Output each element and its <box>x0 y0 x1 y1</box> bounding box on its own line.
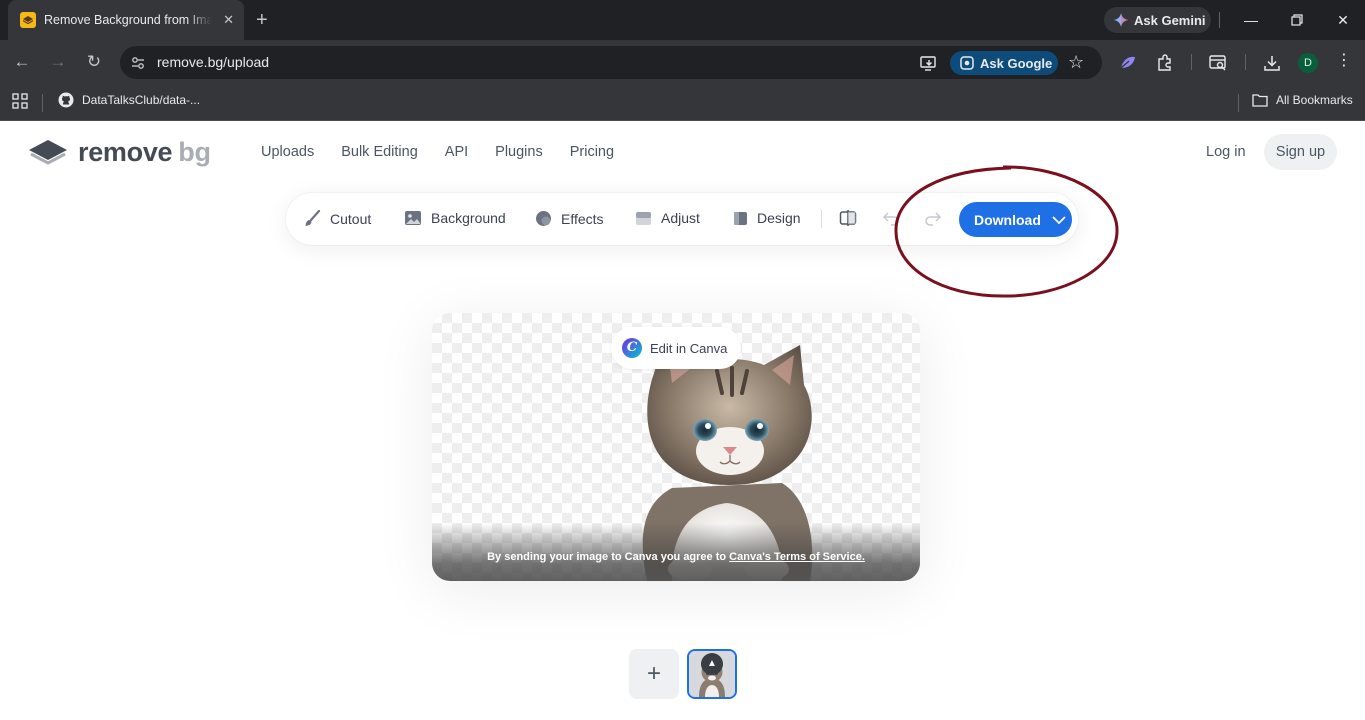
logo-word-remove: remove <box>78 137 173 167</box>
tool-cutout[interactable]: Cutout <box>304 210 371 227</box>
minimize-icon[interactable]: — <box>1241 10 1261 30</box>
reload-icon[interactable]: ↻ <box>84 52 104 72</box>
image-icon <box>405 211 421 225</box>
tool-design[interactable]: Design <box>733 210 801 226</box>
nav-api[interactable]: API <box>445 144 468 160</box>
nav-pricing[interactable]: Pricing <box>570 144 614 160</box>
tool-cutout-label: Cutout <box>330 210 372 227</box>
forward-arrow-icon[interactable]: → <box>48 52 68 72</box>
annotation-circle <box>894 165 1119 298</box>
extensions-puzzle-icon[interactable] <box>1155 53 1175 73</box>
login-link[interactable]: Log in <box>1206 144 1246 160</box>
tool-design-label: Design <box>757 210 801 226</box>
brush-icon <box>305 210 321 226</box>
browser-tab-active[interactable]: Remove Background from Image ✕ <box>8 0 244 40</box>
bookmarks-divider <box>42 94 43 112</box>
toolbar-divider <box>821 210 822 228</box>
tool-effects[interactable]: Effects <box>535 210 604 227</box>
all-bookmarks-button[interactable]: All Bookmarks <box>1252 93 1353 107</box>
apps-grid-icon[interactable] <box>12 93 28 109</box>
tool-background[interactable]: Background <box>404 210 506 226</box>
close-window-icon[interactable]: ✕ <box>1333 10 1353 30</box>
toolbar-divider <box>1245 54 1246 70</box>
restore-icon[interactable] <box>1287 10 1307 30</box>
ask-google-label: Ask Google <box>980 55 1053 71</box>
google-lens-icon <box>960 56 974 70</box>
terms-text: By sending your image to Canva you agree… <box>487 551 730 563</box>
chevron-up-icon[interactable]: ▲ <box>701 653 723 675</box>
github-icon <box>58 92 74 108</box>
bookmarks-bar: DataTalksClub/data-... All Bookmarks <box>0 84 1365 121</box>
canva-logo-icon: C <box>622 338 642 358</box>
new-tab-icon[interactable]: + <box>256 10 268 30</box>
install-app-icon[interactable] <box>920 54 938 72</box>
effects-circle-icon <box>536 211 551 226</box>
nav-uploads[interactable]: Uploads <box>261 144 314 160</box>
tab-search-icon[interactable] <box>1208 53 1228 73</box>
profile-avatar[interactable]: D <box>1298 53 1318 73</box>
design-icon <box>734 211 747 225</box>
canva-terms-link[interactable]: Canva's Terms of Service. <box>729 551 865 563</box>
edit-in-canva-label: Edit in Canva <box>650 340 728 356</box>
canva-terms-notice: By sending your image to Canva you agree… <box>432 551 920 563</box>
compare-icon[interactable] <box>839 209 857 227</box>
removebg-layers-icon <box>29 139 67 164</box>
nav-bulk-editing[interactable]: Bulk Editing <box>341 144 418 160</box>
downloads-icon[interactable] <box>1262 53 1282 73</box>
image-thumbnail[interactable]: ▲ <box>687 649 737 699</box>
close-tab-icon[interactable]: ✕ <box>223 12 234 28</box>
browser-tab-bar: Remove Background from Image ✕ + Ask Gem… <box>0 0 1365 40</box>
back-arrow-icon[interactable]: ← <box>12 52 32 72</box>
tool-adjust[interactable]: Adjust <box>635 210 700 226</box>
gemini-star-icon <box>1114 13 1128 27</box>
removebg-favicon-icon <box>20 12 36 28</box>
tool-background-label: Background <box>431 210 506 226</box>
image-preview[interactable]: C Edit in Canva By sending your image to… <box>432 313 920 581</box>
tab-title: Remove Background from Image <box>44 13 212 27</box>
toolbar-divider <box>1191 54 1192 70</box>
webpage-viewport: remove bg Uploads Bulk Editing API Plugin… <box>0 121 1365 720</box>
bookmarks-divider <box>1238 94 1239 112</box>
tool-adjust-label: Adjust <box>661 210 700 226</box>
all-bookmarks-label: All Bookmarks <box>1276 93 1353 107</box>
extension-feather-icon[interactable] <box>1118 53 1138 73</box>
bookmark-datatalksclub[interactable]: DataTalksClub/data-... <box>58 92 200 108</box>
bookmark-star-icon[interactable]: ☆ <box>1068 52 1084 73</box>
site-main-nav: Uploads Bulk Editing API Plugins Pricing <box>261 144 641 160</box>
removebg-logo[interactable]: remove bg <box>28 137 211 168</box>
tabbar-divider <box>1219 12 1220 28</box>
browser-toolbar: ← → ↻ remove.bg/upload Ask Google ☆ D ⋮ <box>0 40 1365 84</box>
tool-effects-label: Effects <box>561 210 604 227</box>
adjust-icon <box>636 211 651 225</box>
bookmark-label: DataTalksClub/data-... <box>82 93 201 107</box>
address-bar[interactable]: remove.bg/upload Ask Google ☆ <box>120 46 1102 79</box>
ask-gemini-label: Ask Gemini <box>1134 12 1206 28</box>
add-image-button[interactable]: + <box>629 649 679 699</box>
signup-button[interactable]: Sign up <box>1264 134 1337 170</box>
ask-gemini-button[interactable]: Ask Gemini <box>1104 7 1211 33</box>
ask-google-button[interactable]: Ask Google <box>950 51 1058 75</box>
nav-plugins[interactable]: Plugins <box>495 144 543 160</box>
edit-in-canva-button[interactable]: C Edit in Canva <box>611 327 741 369</box>
site-info-icon[interactable] <box>129 54 147 72</box>
browser-menu-icon[interactable]: ⋮ <box>1336 51 1352 71</box>
folder-icon <box>1252 94 1268 107</box>
logo-word-bg: bg <box>178 137 211 167</box>
url-text: remove.bg/upload <box>157 54 270 70</box>
